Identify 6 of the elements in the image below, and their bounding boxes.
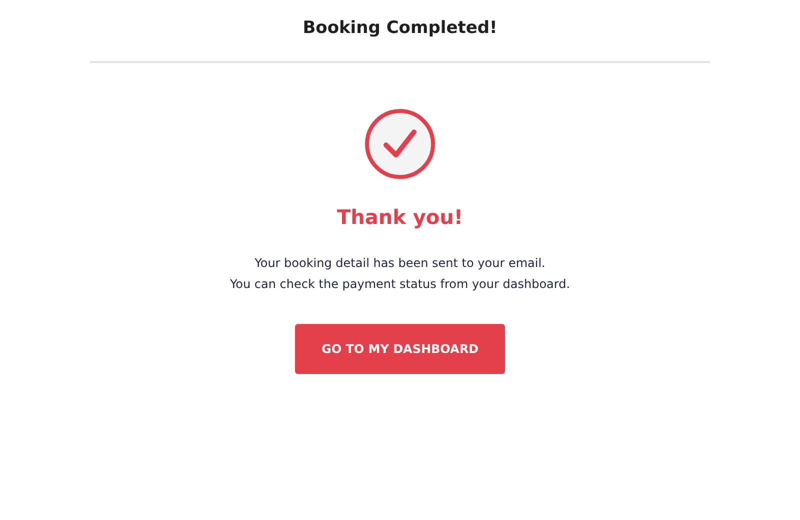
message-line: Your booking detail has been sent to your email. <box>254 255 546 272</box>
checkmark-icon <box>364 108 436 180</box>
thank-you-heading: Thank you! <box>336 204 463 231</box>
page-title: Booking Completed! <box>302 16 498 40</box>
dashboard-button[interactable]: GO TO MY DASHBOARD <box>295 324 505 374</box>
message-line: You can check the payment status from your dashboard. <box>230 276 570 293</box>
